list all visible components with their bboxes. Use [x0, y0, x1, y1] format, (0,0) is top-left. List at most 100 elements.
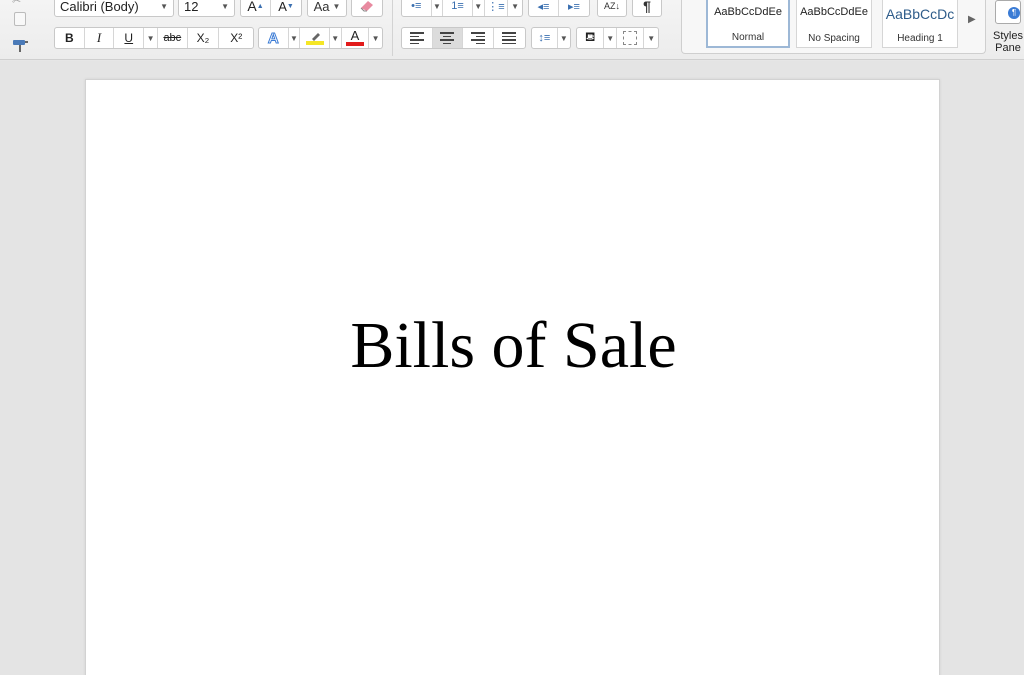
style-heading-1[interactable]: AaBbCcDc Heading 1 — [882, 0, 958, 48]
numbering-options-button[interactable]: ▼ — [473, 0, 485, 16]
style-name: Heading 1 — [897, 33, 943, 44]
decrease-indent-icon: ◂≡ — [537, 0, 550, 13]
highlight-options-button[interactable]: ▼ — [330, 28, 342, 48]
bullets-options-button[interactable]: ▼ — [432, 0, 444, 16]
shrink-font-button[interactable]: A ▼ — [271, 0, 301, 16]
chevron-down-icon: ▼ — [160, 1, 168, 11]
color-group: A ▼ ▼ A ▼ — [258, 27, 383, 49]
chevron-down-icon: ▼ — [606, 33, 615, 43]
indent-group: ◂≡ ▸≡ — [528, 0, 590, 17]
sort-icon: AZ↓ — [603, 1, 620, 11]
increase-indent-icon: ▸≡ — [568, 0, 580, 13]
increase-indent-button[interactable]: ▸≡ — [559, 0, 589, 16]
styles-pane-button[interactable]: ¶ Styles Pane — [990, 0, 1024, 58]
decrease-indent-button[interactable]: ◂≡ — [529, 0, 560, 16]
chevron-down-icon: ▼ — [221, 1, 229, 11]
bold-button[interactable]: B — [55, 28, 85, 48]
style-no-spacing[interactable]: AaBbCcDdEe No Spacing — [796, 0, 872, 48]
ribbon-toolbar: ✂ Calibri (Body) ▼ 12 ▼ A ▲ A ▼ Aa ▼ B I U… — [0, 0, 1024, 60]
style-normal[interactable]: AaBbCcDdEe Normal — [706, 0, 790, 48]
shading-borders-group: ⛾ ▼ ▼ — [576, 27, 659, 49]
sort-button[interactable]: AZ↓ — [597, 0, 627, 17]
style-preview: AaBbCcDdEe — [714, 6, 782, 18]
strikethrough-button[interactable]: abc — [158, 28, 188, 48]
eraser-icon — [360, 1, 373, 12]
text-effects-button[interactable]: A — [259, 28, 289, 48]
font-color-label: A — [350, 28, 360, 43]
paint-bucket-icon: ⛾ — [584, 29, 596, 44]
document-title[interactable]: Bills of Sale — [86, 308, 941, 384]
style-preview: AaBbCcDc — [885, 6, 955, 22]
justify-button[interactable] — [494, 28, 525, 48]
multilevel-list-button[interactable]: ⋮≡ — [485, 0, 509, 16]
change-case-label: Aa — [313, 0, 330, 14]
multilevel-options-button[interactable]: ▼ — [508, 0, 522, 16]
font-size-grow-shrink: A ▲ A ▼ — [240, 0, 302, 17]
superscript-button[interactable]: X² — [219, 28, 253, 48]
font-color-options-button[interactable]: ▼ — [369, 28, 382, 48]
multilevel-list-icon: ⋮≡ — [487, 0, 505, 13]
font-size-select[interactable]: 12 ▼ — [178, 0, 235, 17]
style-name: Normal — [731, 32, 765, 43]
alignment-group — [401, 27, 526, 49]
justify-icon — [502, 30, 517, 46]
line-spacing-button[interactable]: ↕≡ — [532, 28, 558, 48]
align-left-button[interactable] — [402, 28, 433, 48]
highlight-button[interactable] — [300, 28, 330, 48]
line-spacing-icon: ↕≡ — [538, 32, 551, 44]
numbering-button[interactable]: 1≡ — [443, 0, 473, 16]
show-formatting-button[interactable]: ¶ — [632, 0, 662, 17]
style-name: No Spacing — [808, 33, 860, 44]
chevron-down-icon: ▼ — [474, 1, 483, 11]
chevron-down-icon: ▼ — [647, 33, 656, 43]
align-center-button[interactable] — [432, 28, 464, 48]
subscript-button[interactable]: X₂ — [188, 28, 220, 48]
styles-pane-label: Styles Pane — [993, 30, 1023, 54]
highlight-color-swatch — [305, 41, 324, 45]
font-family-select[interactable]: Calibri (Body) ▼ — [54, 0, 174, 17]
align-center-icon — [440, 30, 455, 46]
bullets-button[interactable]: •≡ — [402, 0, 432, 16]
italic-button[interactable]: I — [85, 28, 115, 48]
change-case-button[interactable]: Aa ▼ — [307, 0, 347, 17]
line-spacing-group: ↕≡ ▼ — [531, 27, 571, 49]
chevron-down-icon: ▼ — [146, 33, 155, 43]
chevron-down-icon: ▼ — [371, 33, 380, 43]
underline-options-button[interactable]: ▼ — [144, 28, 158, 48]
chevron-down-icon: ▼ — [432, 1, 441, 11]
grow-font-button[interactable]: A ▲ — [241, 0, 272, 16]
shading-options-button[interactable]: ▼ — [604, 28, 618, 48]
grow-font-label: A — [247, 0, 257, 14]
borders-icon — [623, 31, 638, 45]
highlighter-icon — [311, 33, 320, 41]
chevron-down-icon: ▼ — [511, 1, 520, 11]
align-right-icon — [470, 30, 485, 46]
styles-pane-icon: ¶ — [995, 0, 1021, 24]
font-color-swatch — [345, 42, 364, 46]
align-left-icon — [409, 30, 424, 46]
chevron-down-icon: ▼ — [559, 33, 568, 43]
borders-button[interactable] — [617, 28, 645, 48]
shrink-font-label: A — [278, 0, 287, 14]
format-painter-icon[interactable] — [11, 38, 31, 54]
underline-button[interactable]: U — [114, 28, 145, 48]
font-size-value: 12 — [184, 0, 199, 14]
paste-icon[interactable] — [14, 12, 26, 26]
chevron-down-icon: ▼ — [289, 33, 298, 43]
copy-icon[interactable]: ✂ — [12, 0, 28, 7]
chevron-down-icon: ▼ — [332, 1, 341, 11]
clear-formatting-button[interactable] — [351, 0, 383, 17]
chevron-down-icon: ▼ — [331, 33, 340, 43]
gallery-next-button[interactable]: ▶ — [968, 14, 982, 30]
ribbon-divider — [392, 0, 393, 56]
document-page[interactable]: Bills of Sale — [85, 79, 940, 675]
text-effects-options-button[interactable]: ▼ — [289, 28, 301, 48]
shading-button[interactable]: ⛾ — [577, 28, 605, 48]
line-spacing-options-button[interactable]: ▼ — [558, 28, 570, 48]
text-effects-label: A — [267, 29, 279, 47]
font-color-button[interactable]: A — [342, 28, 370, 48]
text-format-group: B I U ▼ abc X₂ X² — [54, 27, 254, 49]
align-right-button[interactable] — [463, 28, 494, 48]
borders-options-button[interactable]: ▼ — [644, 28, 658, 48]
styles-gallery: AaBbCcDdEe Normal AaBbCcDdEe No Spacing … — [681, 0, 986, 54]
